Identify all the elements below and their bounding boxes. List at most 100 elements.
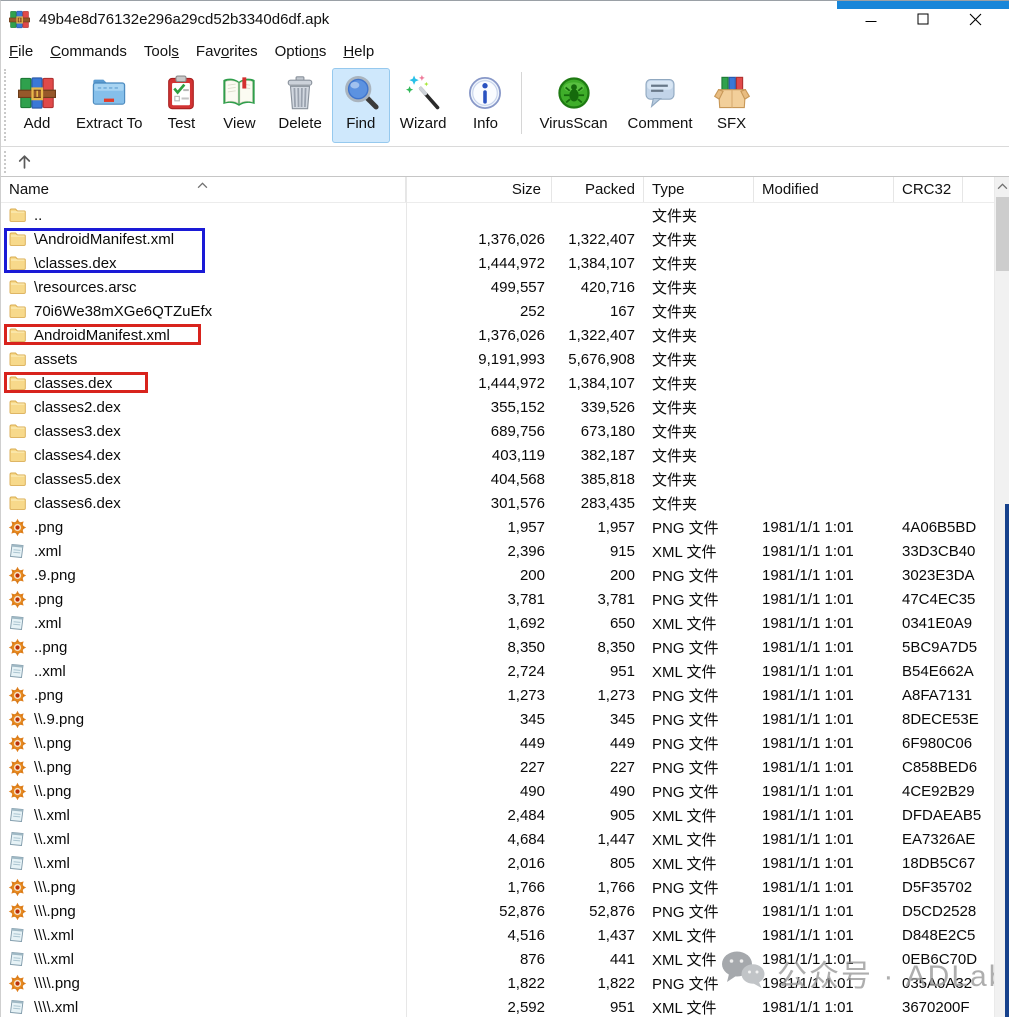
- table-row[interactable]: classes4.dex403,119382,187文件夹: [1, 443, 994, 467]
- sfx-box-icon: [713, 72, 751, 114]
- file-size: 355,152: [406, 399, 552, 416]
- up-arrow-button[interactable]: [16, 153, 33, 170]
- table-row[interactable]: ..png8,3508,350PNG 文件1981/1/1 1:015BC9A7…: [1, 635, 994, 659]
- toolbar-button-virusscan[interactable]: VirusScan: [529, 68, 617, 143]
- toolbar-button-comment[interactable]: Comment: [618, 68, 703, 143]
- toolbar-button-test[interactable]: Test: [152, 68, 210, 143]
- menu-item-options[interactable]: Options: [275, 43, 327, 60]
- scroll-up-icon[interactable]: [995, 177, 1009, 195]
- file-name-cell: ..: [1, 206, 406, 224]
- toolbar-button-sfx[interactable]: SFX: [703, 68, 761, 143]
- column-header-packed[interactable]: Packed: [552, 177, 644, 202]
- toolbar-button-label: Info: [473, 115, 498, 132]
- file-type: 文件夹: [644, 277, 754, 298]
- menu-item-file[interactable]: File: [9, 43, 33, 60]
- addressbar-gripper[interactable]: [4, 151, 6, 173]
- table-row[interactable]: \resources.arsc499,557420,716文件夹: [1, 275, 994, 299]
- table-row[interactable]: 70i6We38mXGe6QTZuEfx252167文件夹: [1, 299, 994, 323]
- file-crc32: 035A0A32: [894, 975, 994, 992]
- file-modified: 1981/1/1 1:01: [754, 591, 894, 608]
- file-name-cell: classes3.dex: [1, 422, 406, 440]
- table-row[interactable]: \\\.png1,7661,766PNG 文件1981/1/1 1:01D5F3…: [1, 875, 994, 899]
- table-row[interactable]: .9.png200200PNG 文件1981/1/1 1:013023E3DA: [1, 563, 994, 587]
- table-row[interactable]: \\\\.png1,8221,822PNG 文件1981/1/1 1:01035…: [1, 971, 994, 995]
- table-row[interactable]: \\\.xml4,5161,437XML 文件1981/1/1 1:01D848…: [1, 923, 994, 947]
- file-name: .png: [34, 687, 63, 704]
- file-size: 499,557: [406, 279, 552, 296]
- toolbar-button-label: Find: [346, 115, 375, 132]
- file-name: classes6.dex: [34, 495, 121, 512]
- toolbar-button-info[interactable]: Info: [456, 68, 514, 143]
- toolbar-button-label: Comment: [628, 115, 693, 132]
- file-name-cell: classes2.dex: [1, 398, 406, 416]
- file-size: 1,766: [406, 879, 552, 896]
- file-crc32: 33D3CB40: [894, 543, 994, 560]
- column-header-type[interactable]: Type: [644, 177, 754, 202]
- file-modified: 1981/1/1 1:01: [754, 711, 894, 728]
- toolbar-button-add[interactable]: Add: [8, 68, 66, 143]
- table-row[interactable]: .png3,7813,781PNG 文件1981/1/1 1:0147C4EC3…: [1, 587, 994, 611]
- toolbar-button-find[interactable]: Find: [332, 68, 390, 143]
- table-row[interactable]: \\.png227227PNG 文件1981/1/1 1:01C858BED6: [1, 755, 994, 779]
- address-bar: [1, 147, 1009, 177]
- table-row[interactable]: \\.png490490PNG 文件1981/1/1 1:014CE92B29: [1, 779, 994, 803]
- table-row[interactable]: .xml1,692650XML 文件1981/1/1 1:010341E0A9: [1, 611, 994, 635]
- table-row[interactable]: classes2.dex355,152339,526文件夹: [1, 395, 994, 419]
- table-row[interactable]: classes.dex1,444,9721,384,107文件夹: [1, 371, 994, 395]
- table-row[interactable]: \\\\.xml2,592951XML 文件1981/1/1 1:0136702…: [1, 995, 994, 1017]
- table-row[interactable]: \classes.dex1,444,9721,384,107文件夹: [1, 251, 994, 275]
- toolbar-button-delete[interactable]: Delete: [268, 68, 331, 143]
- column-header-name[interactable]: Name: [1, 177, 406, 202]
- toolbar-button-label: Delete: [278, 115, 321, 132]
- menu-item-tools[interactable]: Tools: [144, 43, 179, 60]
- toolbar-button-label: VirusScan: [539, 115, 607, 132]
- table-row[interactable]: classes5.dex404,568385,818文件夹: [1, 467, 994, 491]
- png-image-icon: [8, 566, 27, 584]
- menu-item-commands[interactable]: Commands: [50, 43, 127, 60]
- table-row[interactable]: \\.xml2,484905XML 文件1981/1/1 1:01DFDAEAB…: [1, 803, 994, 827]
- file-name-cell: ..png: [1, 638, 406, 656]
- table-row[interactable]: .png1,9571,957PNG 文件1981/1/1 1:014A06B5B…: [1, 515, 994, 539]
- table-row[interactable]: .. 文件夹: [1, 203, 994, 227]
- file-modified: 1981/1/1 1:01: [754, 615, 894, 632]
- table-row[interactable]: classes6.dex301,576283,435文件夹: [1, 491, 994, 515]
- file-size: 403,119: [406, 447, 552, 464]
- file-packed: 915: [552, 543, 644, 560]
- toolbar-button-wizard[interactable]: Wizard: [390, 68, 457, 143]
- file-packed: 385,818: [552, 471, 644, 488]
- toolbar-separator: [521, 72, 522, 134]
- file-type: 文件夹: [644, 205, 754, 226]
- find-magnifier-icon: [342, 72, 380, 114]
- file-type: 文件夹: [644, 325, 754, 346]
- file-name: \\\.png: [34, 903, 76, 920]
- table-row[interactable]: ..xml2,724951XML 文件1981/1/1 1:01B54E662A: [1, 659, 994, 683]
- file-modified: 1981/1/1 1:01: [754, 951, 894, 968]
- file-name-cell: assets: [1, 350, 406, 368]
- toolbar-gripper[interactable]: [4, 69, 6, 141]
- folder-icon: [8, 326, 27, 344]
- table-row[interactable]: \AndroidManifest.xml1,376,0261,322,407文件…: [1, 227, 994, 251]
- file-modified: 1981/1/1 1:01: [754, 519, 894, 536]
- table-row[interactable]: \\.xml2,016805XML 文件1981/1/1 1:0118DB5C6…: [1, 851, 994, 875]
- table-row[interactable]: .xml2,396915XML 文件1981/1/1 1:0133D3CB40: [1, 539, 994, 563]
- file-crc32: 6F980C06: [894, 735, 994, 752]
- table-row[interactable]: \\.xml4,6841,447XML 文件1981/1/1 1:01EA732…: [1, 827, 994, 851]
- toolbar-button-extract-to[interactable]: Extract To: [66, 68, 152, 143]
- menu-item-help[interactable]: Help: [343, 43, 374, 60]
- table-row[interactable]: classes3.dex689,756673,180文件夹: [1, 419, 994, 443]
- menu-item-favorites[interactable]: Favorites: [196, 43, 258, 60]
- table-row[interactable]: \\\.xml876441XML 文件1981/1/1 1:010EB6C70D: [1, 947, 994, 971]
- column-header-crc32[interactable]: CRC32: [894, 177, 963, 202]
- column-header-size[interactable]: Size: [406, 177, 552, 202]
- table-row[interactable]: AndroidManifest.xml1,376,0261,322,407文件夹: [1, 323, 994, 347]
- table-row[interactable]: \\.9.png345345PNG 文件1981/1/1 1:018DECE53…: [1, 707, 994, 731]
- table-row[interactable]: assets9,191,9935,676,908文件夹: [1, 347, 994, 371]
- column-header-modified[interactable]: Modified: [754, 177, 894, 202]
- table-row[interactable]: \\\.png52,87652,876PNG 文件1981/1/1 1:01D5…: [1, 899, 994, 923]
- file-packed: 951: [552, 663, 644, 680]
- toolbar-button-view[interactable]: View: [210, 68, 268, 143]
- table-row[interactable]: \\.png449449PNG 文件1981/1/1 1:016F980C06: [1, 731, 994, 755]
- file-modified: 1981/1/1 1:01: [754, 903, 894, 920]
- scrollbar-thumb[interactable]: [996, 197, 1009, 271]
- table-row[interactable]: .png1,2731,273PNG 文件1981/1/1 1:01A8FA713…: [1, 683, 994, 707]
